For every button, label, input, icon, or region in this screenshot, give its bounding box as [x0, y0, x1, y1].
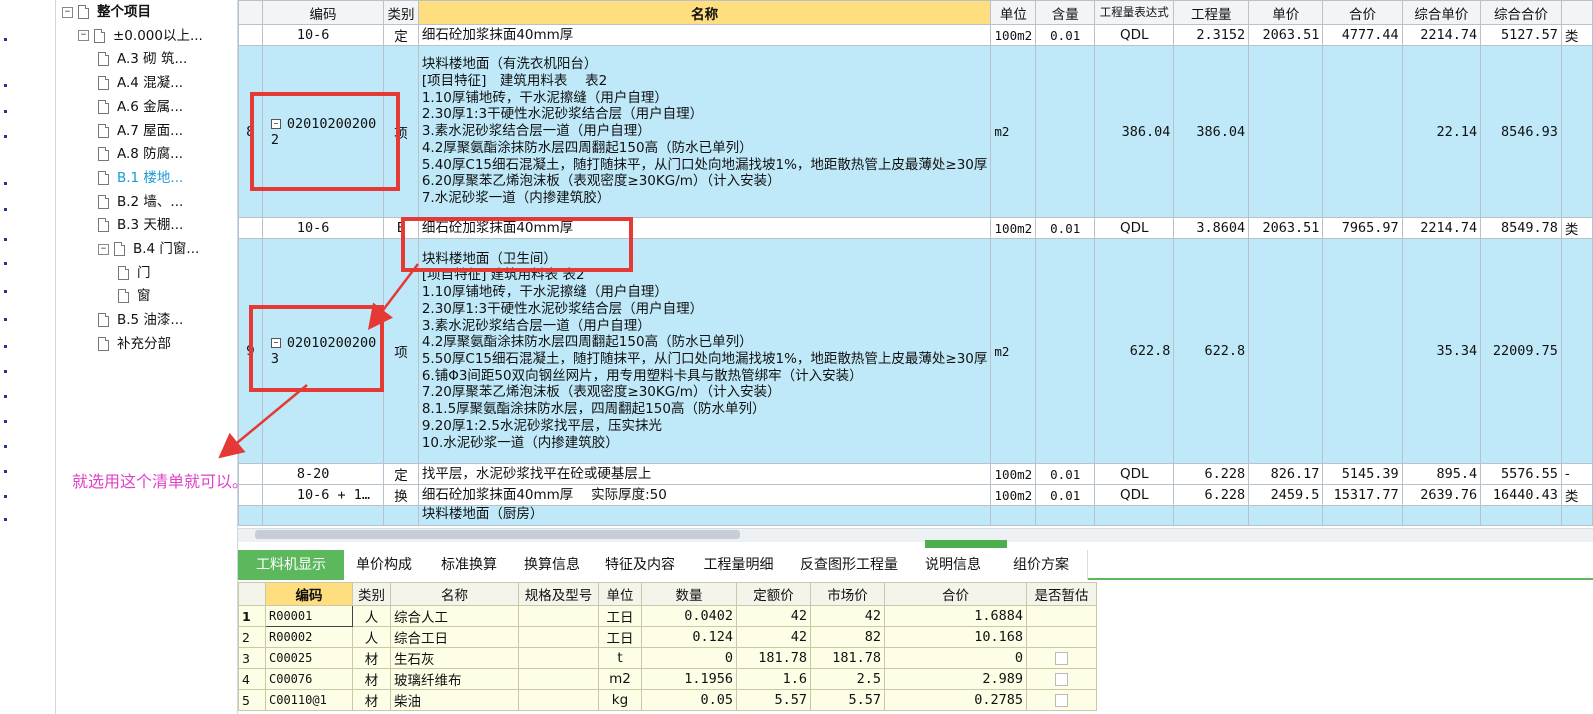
annotation-arrow-1 [367, 263, 419, 330]
annotation-arrow-2 [218, 384, 308, 459]
annotation-note: 就选用这个清单就可以。 [72, 472, 249, 491]
annotation-arrows [218, 263, 419, 459]
